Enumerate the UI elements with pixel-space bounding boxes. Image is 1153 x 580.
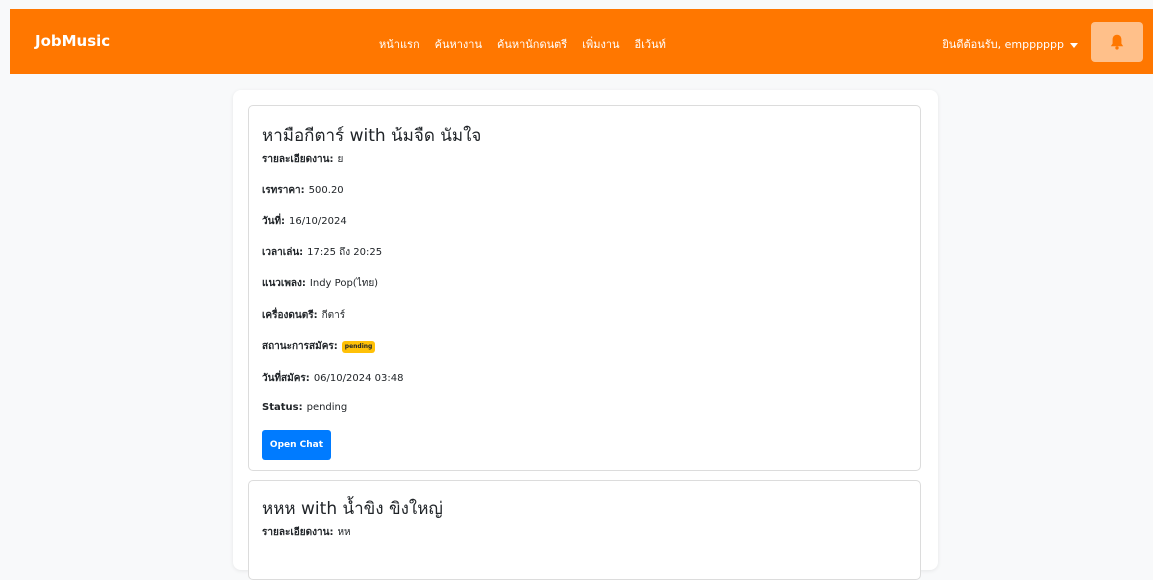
nav-link-add-job[interactable]: เพิ่มงาน <box>582 35 619 53</box>
nav-link-events[interactable]: อีเว้นท์ <box>635 35 666 53</box>
nav-link-home[interactable]: หน้าแรก <box>379 35 420 53</box>
field-application-status: สถานะการสมัคร: pending <box>262 339 376 354</box>
brand-logo[interactable]: JobMusic <box>35 32 110 50</box>
user-greeting: ยินดีต้อนรับ, empppppp <box>942 38 1064 51</box>
nav-link-find-jobs[interactable]: ค้นหางาน <box>435 35 482 53</box>
application-card: หหห with น้ำขิง ขิงใหญ่ รายละเอียดงาน: หห <box>248 480 921 580</box>
field-genre: แนวเพลง: Indy Pop(ไทย) <box>262 278 379 289</box>
bell-icon <box>1110 34 1124 50</box>
field-status: Status: pending <box>262 402 348 413</box>
caret-down-icon <box>1070 42 1078 48</box>
user-dropdown[interactable]: ยินดีต้อนรับ, empppppp <box>942 35 1078 53</box>
field-play-time: เวลาเล่น: 17:25 ถึง 20:25 <box>262 247 383 258</box>
field-date: วันที่: 16/10/2024 <box>262 216 347 227</box>
field-applied-date: วันที่สมัคร: 06/10/2024 03:48 <box>262 373 404 384</box>
nav-links: หน้าแรก ค้นหางาน ค้นหานักดนตรี เพิ่มงาน … <box>379 35 666 53</box>
application-card: หามือกีตาร์ with น้มจืด นัมใจ รายละเอียด… <box>248 105 921 471</box>
field-instrument: เครื่องดนตรี: กีตาร์ <box>262 310 346 321</box>
field-job-detail: รายละเอียดงาน: ย <box>262 154 344 165</box>
field-rate: เรทราคา: 500.20 <box>262 185 344 196</box>
field-job-detail: รายละเอียดงาน: หห <box>262 527 351 538</box>
nav-link-find-musicians[interactable]: ค้นหานักดนตรี <box>497 35 567 53</box>
open-chat-button[interactable]: Open Chat <box>262 430 331 460</box>
job-title: หามือกีตาร์ with น้มจืด นัมใจ <box>262 126 482 146</box>
job-title: หหห with น้ำขิง ขิงใหญ่ <box>262 499 443 519</box>
navbar: JobMusic หน้าแรก ค้นหางาน ค้นหานักดนตรี … <box>10 9 1153 74</box>
notification-button[interactable] <box>1091 22 1143 62</box>
status-badge: pending <box>341 340 376 353</box>
